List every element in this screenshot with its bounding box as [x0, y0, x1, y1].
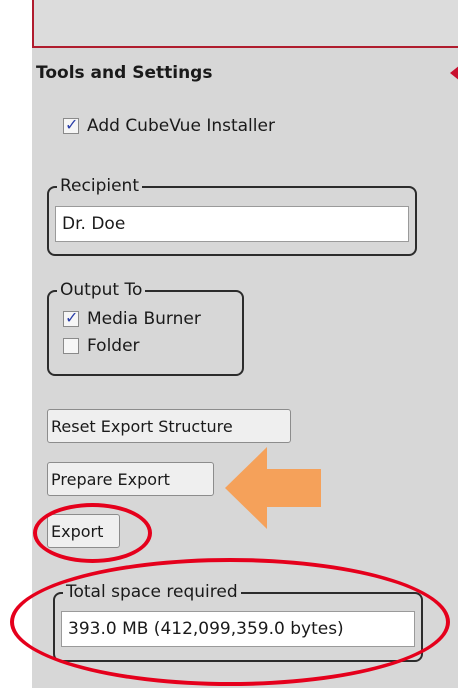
total-space-value: 393.0 MB (412,099,359.0 bytes)	[68, 619, 344, 639]
total-space-legend: Total space required	[63, 582, 241, 602]
tools-settings-panel: Tools and Settings Add CubeVue Installer…	[32, 0, 458, 688]
reset-export-structure-button[interactable]: Reset Export Structure	[47, 409, 291, 443]
media-burner-label: Media Burner	[87, 309, 201, 329]
recipient-group: Recipient Dr. Doe	[47, 176, 417, 256]
output-to-legend: Output To	[57, 280, 146, 300]
recipient-input[interactable]: Dr. Doe	[55, 206, 409, 242]
output-to-group: Output To Media Burner Folder	[47, 280, 244, 376]
folder-option[interactable]: Folder	[63, 336, 140, 356]
export-label: Export	[51, 521, 104, 541]
folder-checkbox[interactable]	[63, 338, 79, 354]
media-burner-option[interactable]: Media Burner	[63, 308, 201, 329]
prepare-export-label: Prepare Export	[51, 469, 170, 489]
prepare-export-button[interactable]: Prepare Export	[47, 462, 214, 496]
recipient-legend: Recipient	[57, 176, 142, 196]
total-space-field: 393.0 MB (412,099,359.0 bytes)	[61, 611, 415, 647]
top-strip	[32, 0, 458, 48]
reset-export-structure-label: Reset Export Structure	[51, 416, 233, 436]
panel-header[interactable]: Tools and Settings	[32, 58, 458, 88]
annotation-arrow-icon	[225, 447, 321, 529]
recipient-value: Dr. Doe	[62, 214, 126, 234]
media-burner-checkbox[interactable]	[63, 308, 79, 327]
total-space-group: Total space required 393.0 MB (412,099,3…	[53, 582, 423, 662]
add-installer-option[interactable]: Add CubeVue Installer	[63, 115, 275, 136]
export-button[interactable]: Export	[47, 514, 120, 548]
folder-label: Folder	[87, 336, 140, 356]
panel-title: Tools and Settings	[36, 63, 213, 83]
add-installer-label: Add CubeVue Installer	[87, 116, 275, 136]
add-installer-checkbox[interactable]	[63, 115, 79, 134]
collapse-arrow-icon[interactable]	[450, 65, 458, 81]
